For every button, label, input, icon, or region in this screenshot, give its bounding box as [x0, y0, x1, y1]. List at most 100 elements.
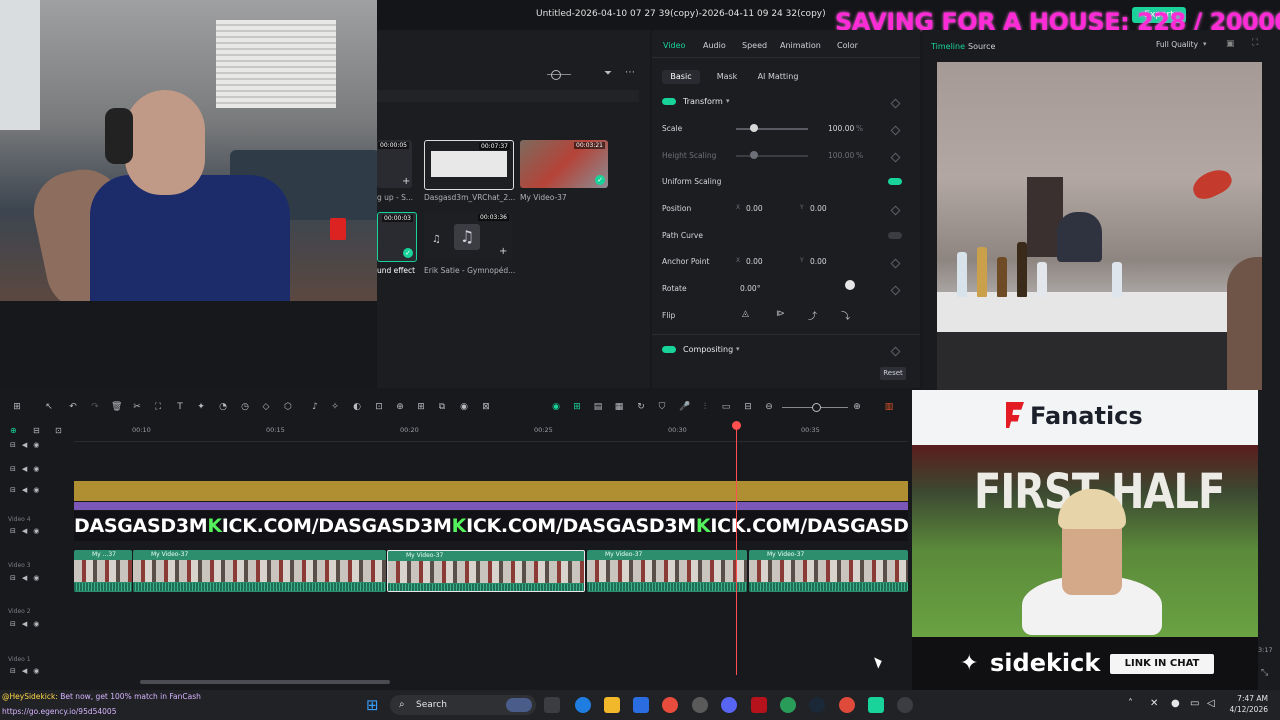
subtab-mask[interactable]: Mask	[712, 70, 742, 84]
voice-icon[interactable]: ◉	[459, 402, 469, 412]
shield-icon[interactable]: ⛉	[657, 402, 667, 412]
link-icon[interactable]: ⊞	[572, 402, 582, 412]
file-explorer-icon[interactable]	[604, 697, 620, 713]
export-frame-icon[interactable]: ⊠	[481, 402, 491, 412]
thumb-size-slider-knob[interactable]	[551, 70, 561, 80]
crop-icon[interactable]: ⛶	[153, 402, 163, 412]
mute-icon[interactable]: ✕	[1150, 698, 1158, 709]
flip-horizontal-icon[interactable]: ⧐	[776, 309, 785, 319]
tab-speed[interactable]: Speed	[742, 41, 767, 50]
keyframe-icon[interactable]	[890, 125, 901, 136]
ai-tool-icon[interactable]: ✦	[196, 402, 206, 412]
volume-icon[interactable]: ◁	[1207, 698, 1215, 709]
hide-track-icon[interactable]: ⊡	[55, 426, 62, 435]
microphone-icon[interactable]: 🎤	[679, 402, 690, 412]
transition-icon[interactable]: ⧉	[437, 402, 447, 412]
video-clip[interactable]: My Video-37	[749, 550, 908, 592]
keyframe-icon[interactable]	[890, 205, 901, 216]
effect-icon[interactable]: ✧	[330, 402, 340, 412]
redo-icon[interactable]: ↷	[90, 402, 100, 412]
media-player-icon[interactable]	[897, 697, 913, 713]
subtab-ai-matting[interactable]: AI Matting	[756, 70, 800, 84]
track-controls[interactable]: ⊟◀◉	[10, 486, 45, 494]
effect-clip-purple[interactable]	[74, 502, 908, 510]
more-options-icon[interactable]: ⋯	[625, 67, 635, 78]
timeline-scrollbar[interactable]	[140, 680, 390, 684]
uniform-scaling-toggle[interactable]	[888, 178, 902, 185]
compositing-toggle[interactable]	[662, 346, 676, 353]
motion-icon[interactable]: ⊕	[395, 402, 405, 412]
speed-icon[interactable]: ◔	[218, 402, 228, 412]
filter-icon[interactable]: ⏷	[604, 68, 612, 79]
path-curve-toggle[interactable]	[888, 232, 902, 239]
rotate-dial[interactable]	[845, 280, 855, 290]
delete-icon[interactable]: 🗑	[111, 402, 122, 412]
anchor-y-input[interactable]: 0.00	[810, 257, 827, 266]
track-controls[interactable]: ⊟◀◉	[10, 441, 45, 449]
fit-icon[interactable]: ⊟	[743, 402, 753, 412]
expand-icon[interactable]: ⤡	[1261, 668, 1268, 678]
system-clock[interactable]: 7:47 AM 4/12/2026	[1226, 693, 1268, 715]
zoom-out-icon[interactable]: ⊖	[764, 402, 774, 412]
obs-icon[interactable]	[692, 697, 708, 713]
steam-icon[interactable]	[809, 697, 825, 713]
quality-dropdown[interactable]: Full Quality	[1156, 40, 1198, 49]
media-item-4[interactable]: 00:00:03 ✓	[377, 212, 417, 262]
discord-icon[interactable]	[721, 697, 737, 713]
chrome-icon[interactable]	[662, 697, 678, 713]
rotate-input[interactable]: 0.00°	[740, 284, 760, 293]
task-view-icon[interactable]	[544, 697, 560, 713]
chevron-down-icon[interactable]: ▾	[736, 345, 740, 353]
keyframe-tool-icon[interactable]: ◇	[261, 402, 271, 412]
video-clip[interactable]: My Video-37	[133, 550, 386, 592]
playhead-handle[interactable]	[732, 421, 741, 430]
track-controls[interactable]: ⊟◀◉	[10, 620, 45, 628]
undo-icon[interactable]: ↶	[68, 402, 78, 412]
scale-slider[interactable]	[736, 124, 808, 132]
video-clip-selected[interactable]: My Video-37	[387, 550, 585, 592]
anchor-x-input[interactable]: 0.00	[746, 257, 763, 266]
rotate-cw-icon[interactable]: ⤴	[808, 309, 817, 322]
grid-icon[interactable]: ⊞	[416, 402, 426, 412]
color-icon[interactable]: ◐	[352, 402, 362, 412]
auto-ripple-icon[interactable]: ↻	[636, 402, 646, 412]
microphone-tray-icon[interactable]: ●	[1171, 698, 1180, 709]
transform-section-title[interactable]: Transform	[683, 97, 723, 106]
keyframe-icon[interactable]	[890, 258, 901, 269]
position-x-input[interactable]: 0.00	[746, 204, 763, 213]
render-icon[interactable]: ▦	[614, 402, 624, 412]
media-item-3[interactable]: 00:03:21 ✓	[520, 140, 608, 188]
split-icon[interactable]: ✂	[132, 402, 142, 412]
reset-button[interactable]: Reset	[880, 367, 906, 380]
monitor-icon[interactable]: ▭	[1190, 698, 1199, 709]
flip-vertical-icon[interactable]: ◬	[742, 309, 749, 319]
taskbar-search[interactable]: ⌕ Search	[390, 695, 536, 715]
text-clip[interactable]: DASGASD3MKICK.COM/DASGASD3MKICK.COM/DASG…	[74, 511, 908, 541]
snapshot-icon[interactable]: ▣	[1226, 39, 1235, 49]
position-y-input[interactable]: 0.00	[810, 204, 827, 213]
browser-icon[interactable]	[780, 697, 796, 713]
track-controls[interactable]: ⊟◀◉	[10, 574, 45, 582]
tab-video[interactable]: Video	[663, 41, 685, 50]
layout-icon[interactable]: ⊞	[12, 402, 22, 412]
store-icon[interactable]	[633, 697, 649, 713]
link-track-icon[interactable]: ⊟	[33, 426, 40, 435]
tab-audio[interactable]: Audio	[703, 41, 726, 50]
text-icon[interactable]: T	[175, 402, 185, 412]
chevron-up-icon[interactable]: ˄	[1128, 698, 1133, 709]
keyframe-icon[interactable]	[890, 346, 901, 357]
chevron-down-icon[interactable]: ▾	[726, 97, 730, 105]
keyframe-icon[interactable]	[890, 98, 901, 109]
mask-icon[interactable]: ⬡	[283, 402, 293, 412]
media-item-2[interactable]: 00:07:37	[424, 140, 514, 190]
keyframe-icon[interactable]	[890, 285, 901, 296]
playhead[interactable]	[732, 421, 741, 675]
tab-color[interactable]: Color	[837, 41, 858, 50]
scale-value[interactable]: 100.00	[828, 124, 854, 133]
tab-timeline[interactable]: Timeline	[931, 42, 965, 51]
add-media-icon[interactable]: +	[402, 176, 410, 187]
track-manager-icon[interactable]: ▤	[593, 402, 603, 412]
add-media-icon[interactable]: +	[499, 246, 507, 257]
filmora-icon[interactable]	[868, 697, 884, 713]
scale-slider-knob[interactable]	[750, 124, 758, 132]
